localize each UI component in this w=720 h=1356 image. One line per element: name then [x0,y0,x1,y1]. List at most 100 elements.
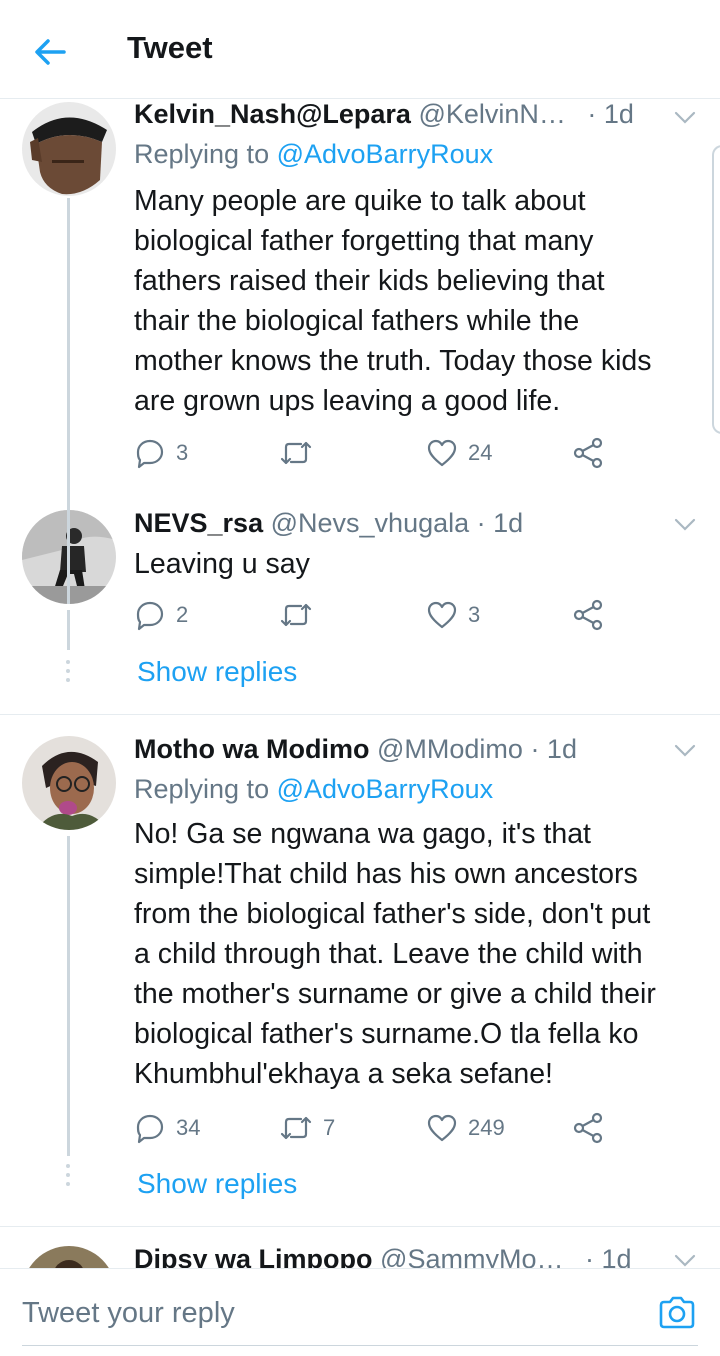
retweet-icon [280,441,312,465]
share-icon [573,599,603,631]
heart-icon [427,1114,457,1142]
share-button[interactable] [572,1112,604,1144]
like-count: 249 [468,1115,505,1140]
show-replies-link[interactable]: Show replies [137,656,297,688]
back-arrow-icon[interactable] [30,32,70,72]
tweet-actions: 34 7 249 [134,1112,614,1146]
tweet-text-line: biological father forgetting that many [134,225,594,257]
mention-link[interactable]: @AdvoBarryRoux [277,774,494,804]
reply-icon [136,601,164,631]
reply-icon [136,1114,164,1144]
tweet-text-line: No! Ga se ngwana wa gago, it's that [134,818,591,850]
camera-icon[interactable] [657,1293,697,1333]
author-handle[interactable]: @KelvinN… [418,99,565,129]
author-handle[interactable]: @MModimo [377,734,523,764]
chevron-down-icon[interactable] [671,1250,699,1268]
tweet-actions: 2 3 [134,599,614,633]
thread-line [67,610,70,650]
tweet-text-line: a child through that. Leave the child wi… [134,938,643,970]
chevron-down-icon[interactable] [671,514,699,534]
heart-icon [427,439,457,467]
tweet[interactable]: Dipsy wa Limpopo @SammyMo… · 1d [0,1240,720,1268]
replying-label: Replying to [134,139,270,169]
like-count: 24 [468,440,493,465]
divider [0,714,720,715]
like-count: 3 [468,602,481,627]
tweet-text-line: thair the biological fathers while the [134,305,580,337]
tweet-text-line: are grown ups leaving a good life. [134,385,561,417]
retweet-button[interactable]: 7 [279,1112,335,1144]
timestamp: · 1d [585,1244,632,1268]
tweet-header: NEVS_rsa @Nevs_vhugala · 1d [134,508,523,539]
author-name[interactable]: Dipsy wa Limpopo [134,1244,373,1268]
tweet-text-line: the mother's surname or give a child the… [134,978,656,1010]
tweet-text-line: Khumbhul'ekhaya a seka sefane! [134,1058,553,1090]
avatar[interactable] [22,736,116,830]
tweet-text: No! Ga se ngwana wa gago, it's that simp… [134,814,714,1094]
avatar[interactable] [22,102,116,196]
author-name[interactable]: NEVS_rsa [134,508,263,538]
replying-to: Replying to @AdvoBarryRoux [134,139,493,170]
mention-link[interactable]: @AdvoBarryRoux [277,139,494,169]
tweet-text-line: mother knows the truth. Today those kids [134,345,652,377]
reply-input[interactable]: Tweet your reply [22,1297,235,1330]
tweet-header: Motho wa Modimo @MModimo · 1d [134,734,577,765]
tweet-text-line: simple!That child has his own ancestors [134,858,638,890]
chevron-down-icon[interactable] [671,740,699,760]
author-name[interactable]: Kelvin_Nash@Lepara [134,99,411,129]
retweet-count: 7 [323,1115,336,1140]
thread-line [67,836,70,1156]
tweet-text-line: Leaving u say [134,548,310,580]
author-handle[interactable]: @SammyMo… [380,1244,563,1268]
scrollbar[interactable] [712,145,720,434]
thread-line [67,198,70,504]
reply-button[interactable]: 3 [134,437,188,469]
thread-dots [66,660,71,687]
show-replies-link[interactable]: Show replies [137,1168,297,1200]
chevron-down-icon[interactable] [671,107,699,127]
tweet-text: Many people are quike to talk about biol… [134,181,714,421]
retweet-button[interactable] [279,437,323,469]
reply-button[interactable]: 2 [134,599,188,631]
tweet[interactable]: Motho wa Modimo @MModimo · 1d Replying t… [0,730,720,1225]
like-button[interactable]: 3 [426,599,480,631]
tweet-text-line: fathers raised their kids believing that [134,265,605,297]
reply-button[interactable]: 34 [134,1112,200,1144]
share-button[interactable] [572,599,604,631]
replying-to: Replying to @AdvoBarryRoux [134,774,493,805]
top-bar: Tweet [0,0,720,99]
page-title: Tweet [127,30,213,65]
retweet-button[interactable] [279,599,323,631]
reply-icon [136,439,164,469]
tweet-actions: 3 24 [134,437,614,471]
tweet-header: Dipsy wa Limpopo @SammyMo… · 1d [134,1244,632,1268]
retweet-icon [280,603,312,627]
timestamp: · 1d [587,99,634,129]
tweet-header: Kelvin_Nash@Lepara @KelvinN… · 1d [134,99,634,130]
share-icon [573,437,603,469]
tweet-text-line: biological father's surname.O tla fella … [134,1018,639,1050]
tweet-text-line: Many people are quike to talk about [134,185,586,217]
replying-label: Replying to [134,774,270,804]
thread-dots [66,1164,71,1191]
reply-composer: Tweet your reply [0,1268,720,1356]
avatar[interactable] [22,1246,116,1268]
author-name[interactable]: Motho wa Modimo [134,734,369,764]
timestamp: · 1d [476,508,524,538]
tweet-text-line: from the biological father's side, don't… [134,898,651,930]
tweet-text: Leaving u say [134,544,714,584]
divider [0,1226,720,1227]
reply-count: 34 [176,1115,201,1140]
retweet-icon [280,1116,312,1140]
share-button[interactable] [572,437,604,469]
tweet[interactable]: Kelvin_Nash@Lepara @KelvinN… · 1d Replyi… [0,99,720,504]
timestamp: · 1d [530,734,577,764]
thread-line [67,504,70,604]
heart-icon [427,601,457,629]
tweet[interactable]: NEVS_rsa @Nevs_vhugala · 1d Leaving u sa… [0,504,720,714]
reply-count: 2 [176,602,189,627]
author-handle[interactable]: @Nevs_vhugala [271,508,470,538]
like-button[interactable]: 249 [426,1112,505,1144]
reply-count: 3 [176,440,189,465]
like-button[interactable]: 24 [426,437,492,469]
